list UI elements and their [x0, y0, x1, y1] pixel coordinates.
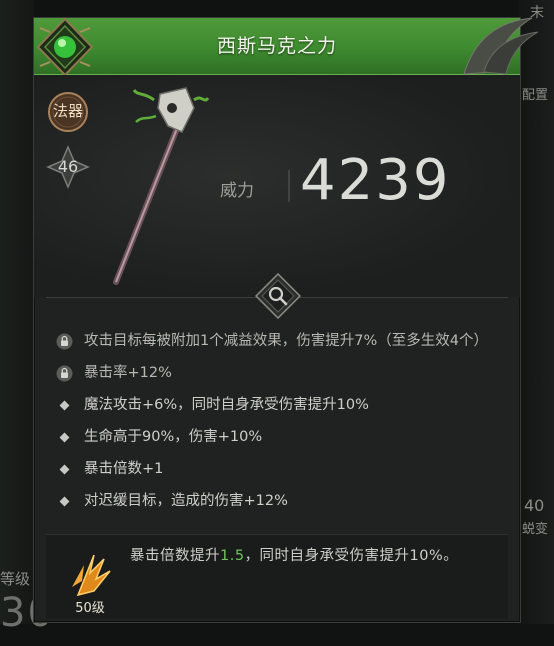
staff-weapon-icon — [113, 87, 210, 285]
diamond-bullet-icon — [59, 400, 70, 411]
skill-text-before: 暴击倍数提升 — [130, 548, 220, 564]
power-divider — [288, 170, 290, 202]
background-label-config: 配置 — [522, 88, 549, 103]
diamond-bullet-icon — [59, 496, 70, 507]
background-left-edge — [0, 0, 34, 646]
lock-icon — [56, 365, 73, 382]
item-tooltip-panel: 西斯马克之力 法器 46 威力 4239 攻击目标每被附加1个减益效果，伤害提升… — [33, 17, 539, 623]
attribute-list: 攻击目标每被附加1个减益效果，伤害提升7%（至多生效4个） 暴击率+12% 魔法… — [56, 330, 500, 522]
item-name: 西斯马克之力 — [216, 35, 337, 57]
skill-section: 50级 暴击倍数提升1.5，同时自身承受伤害提升10%。 — [46, 534, 508, 619]
attribute-text: 对迟缓目标，造成的伤害+12% — [84, 493, 288, 509]
skill-highlight-value: 1.5 — [220, 548, 245, 564]
diamond-bullet-icon — [59, 464, 70, 475]
attribute-text: 暴击倍数+1 — [84, 461, 164, 477]
background-bottom-edge — [0, 624, 554, 646]
diamond-bullet-icon — [59, 432, 70, 443]
attribute-row: 生命高于90%，伤害+10% — [56, 426, 500, 449]
inspect-magnifier-button[interactable] — [255, 273, 301, 319]
rarity-gem-icon — [36, 17, 94, 77]
attribute-text: 魔法攻击+6%，同时自身承受伤害提升10% — [84, 397, 369, 413]
skill-description: 暴击倍数提升1.5，同时自身承受伤害提升10%。 — [130, 545, 500, 568]
item-type-label: 法器 — [52, 102, 83, 120]
skill-level-label: 50级 — [75, 601, 105, 616]
background-label-evolve: 蜕变 — [522, 522, 549, 537]
horn-decoration-icon — [463, 17, 539, 75]
attribute-row: 攻击目标每被附加1个减益效果，伤害提升7%（至多生效4个） — [56, 330, 500, 353]
attribute-text: 暴击率+12% — [84, 365, 172, 381]
title-bar: 西斯马克之力 — [34, 18, 520, 75]
attribute-text: 攻击目标每被附加1个减益效果，伤害提升7%（至多生效4个） — [84, 333, 488, 349]
power-label: 威力 — [220, 181, 254, 201]
skill-text-after: ，同时自身承受伤害提升10%。 — [244, 548, 459, 564]
item-level: 46 — [57, 157, 79, 176]
power-value: 4239 — [300, 148, 451, 213]
background-label-level: 等级 — [0, 570, 31, 588]
claw-skill-icon — [72, 554, 111, 597]
background-label-40: 40 — [524, 496, 545, 515]
attribute-row: 暴击率+12% — [56, 362, 500, 385]
attribute-text: 生命高于90%，伤害+10% — [84, 429, 263, 445]
attribute-row: 暴击倍数+1 — [56, 458, 500, 481]
attribute-row: 对迟缓目标，造成的伤害+12% — [56, 490, 500, 513]
attribute-row: 魔法攻击+6%，同时自身承受伤害提升10% — [56, 394, 500, 417]
lock-icon — [56, 333, 73, 350]
